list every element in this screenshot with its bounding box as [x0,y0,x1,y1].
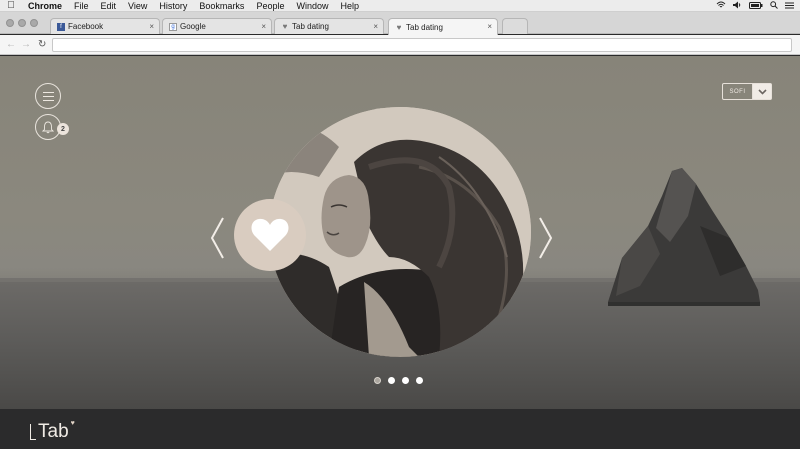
notification-count-badge: 2 [57,123,69,135]
mac-menu-bar:  Chrome File Edit View History Bookmark… [0,0,800,12]
new-tab-button[interactable] [502,18,528,34]
back-arrow-icon[interactable]: ← [6,39,16,50]
profile-photo[interactable] [269,107,531,357]
menu-help[interactable]: Help [334,0,365,12]
logo-bracket [30,424,36,440]
heart-icon: ♥ [282,22,288,31]
hamburger-icon [42,91,54,101]
reload-icon[interactable]: ↻ [38,39,46,50]
pagination-dot[interactable] [388,377,395,384]
menu-history[interactable]: History [153,0,193,12]
menu-app-name[interactable]: Chrome [22,0,68,12]
forward-arrow-icon[interactable]: → [21,39,31,50]
close-window-button[interactable] [6,19,14,27]
chevron-down-icon[interactable] [753,83,772,100]
google-icon: g [169,22,177,31]
facebook-icon: f [57,22,65,31]
search-icon[interactable] [770,1,778,11]
pagination-dots [374,377,423,384]
zoom-window-button[interactable] [30,19,38,27]
browser-toolbar: ← → ↻ [0,35,800,56]
list-icon[interactable] [785,2,794,11]
footer-bar: Tab ♥ [0,409,800,449]
battery-icon[interactable] [749,1,763,11]
status-icons [716,0,794,12]
like-button[interactable] [234,199,306,271]
wifi-icon[interactable] [716,1,726,11]
page-content: 2 SOFI [0,56,800,409]
tab-tab-dating[interactable]: ♥ Tab dating × [274,18,384,34]
logo-heart-icon: ♥ [70,420,75,427]
pagination-dot-active[interactable] [374,377,381,384]
sea-rock-image [608,168,760,306]
tab-facebook[interactable]: f Facebook × [50,18,160,34]
menu-bookmarks[interactable]: Bookmarks [193,0,250,12]
minimize-window-button[interactable] [18,19,26,27]
address-bar[interactable] [52,38,792,56]
close-tab-icon[interactable]: × [149,22,154,31]
tab-label: Tab dating [292,22,329,31]
pagination-dot[interactable] [416,377,423,384]
close-tab-icon[interactable]: × [373,22,378,31]
close-tab-icon[interactable]: × [487,22,492,31]
menu-window[interactable]: Window [290,0,334,12]
pagination-dot[interactable] [402,377,409,384]
woman-portrait-image [269,107,531,357]
heart-icon [251,218,289,251]
tab-google[interactable]: g Google × [162,18,272,34]
tab-logo[interactable]: Tab ♥ [30,415,75,443]
tab-label: Google [180,22,206,31]
browser-tab-strip: f Facebook × g Google × ♥ Tab dating × ♥… [0,12,800,35]
close-tab-icon[interactable]: × [261,22,266,31]
volume-icon[interactable] [733,1,742,11]
user-name-label: SOFI [722,83,753,100]
tab-label: Tab dating [406,22,443,32]
menu-people[interactable]: People [250,0,290,12]
user-dropdown[interactable]: SOFI [722,83,772,100]
next-arrow-icon[interactable] [538,216,554,260]
previous-arrow-icon[interactable] [209,216,225,260]
bell-icon [42,121,54,133]
menu-file[interactable]: File [68,0,95,12]
url-input[interactable] [53,43,791,56]
tab-tab-dating-active[interactable]: ♥ Tab dating × [388,18,498,35]
logo-text: Tab [38,421,69,442]
menu-button[interactable] [35,83,61,109]
menu-view[interactable]: View [122,0,153,12]
window-controls [6,19,38,27]
menu-edit[interactable]: Edit [95,0,123,12]
apple-menu-icon[interactable]:  [0,0,22,11]
tab-label: Facebook [68,22,104,31]
heart-icon: ♥ [396,22,402,32]
